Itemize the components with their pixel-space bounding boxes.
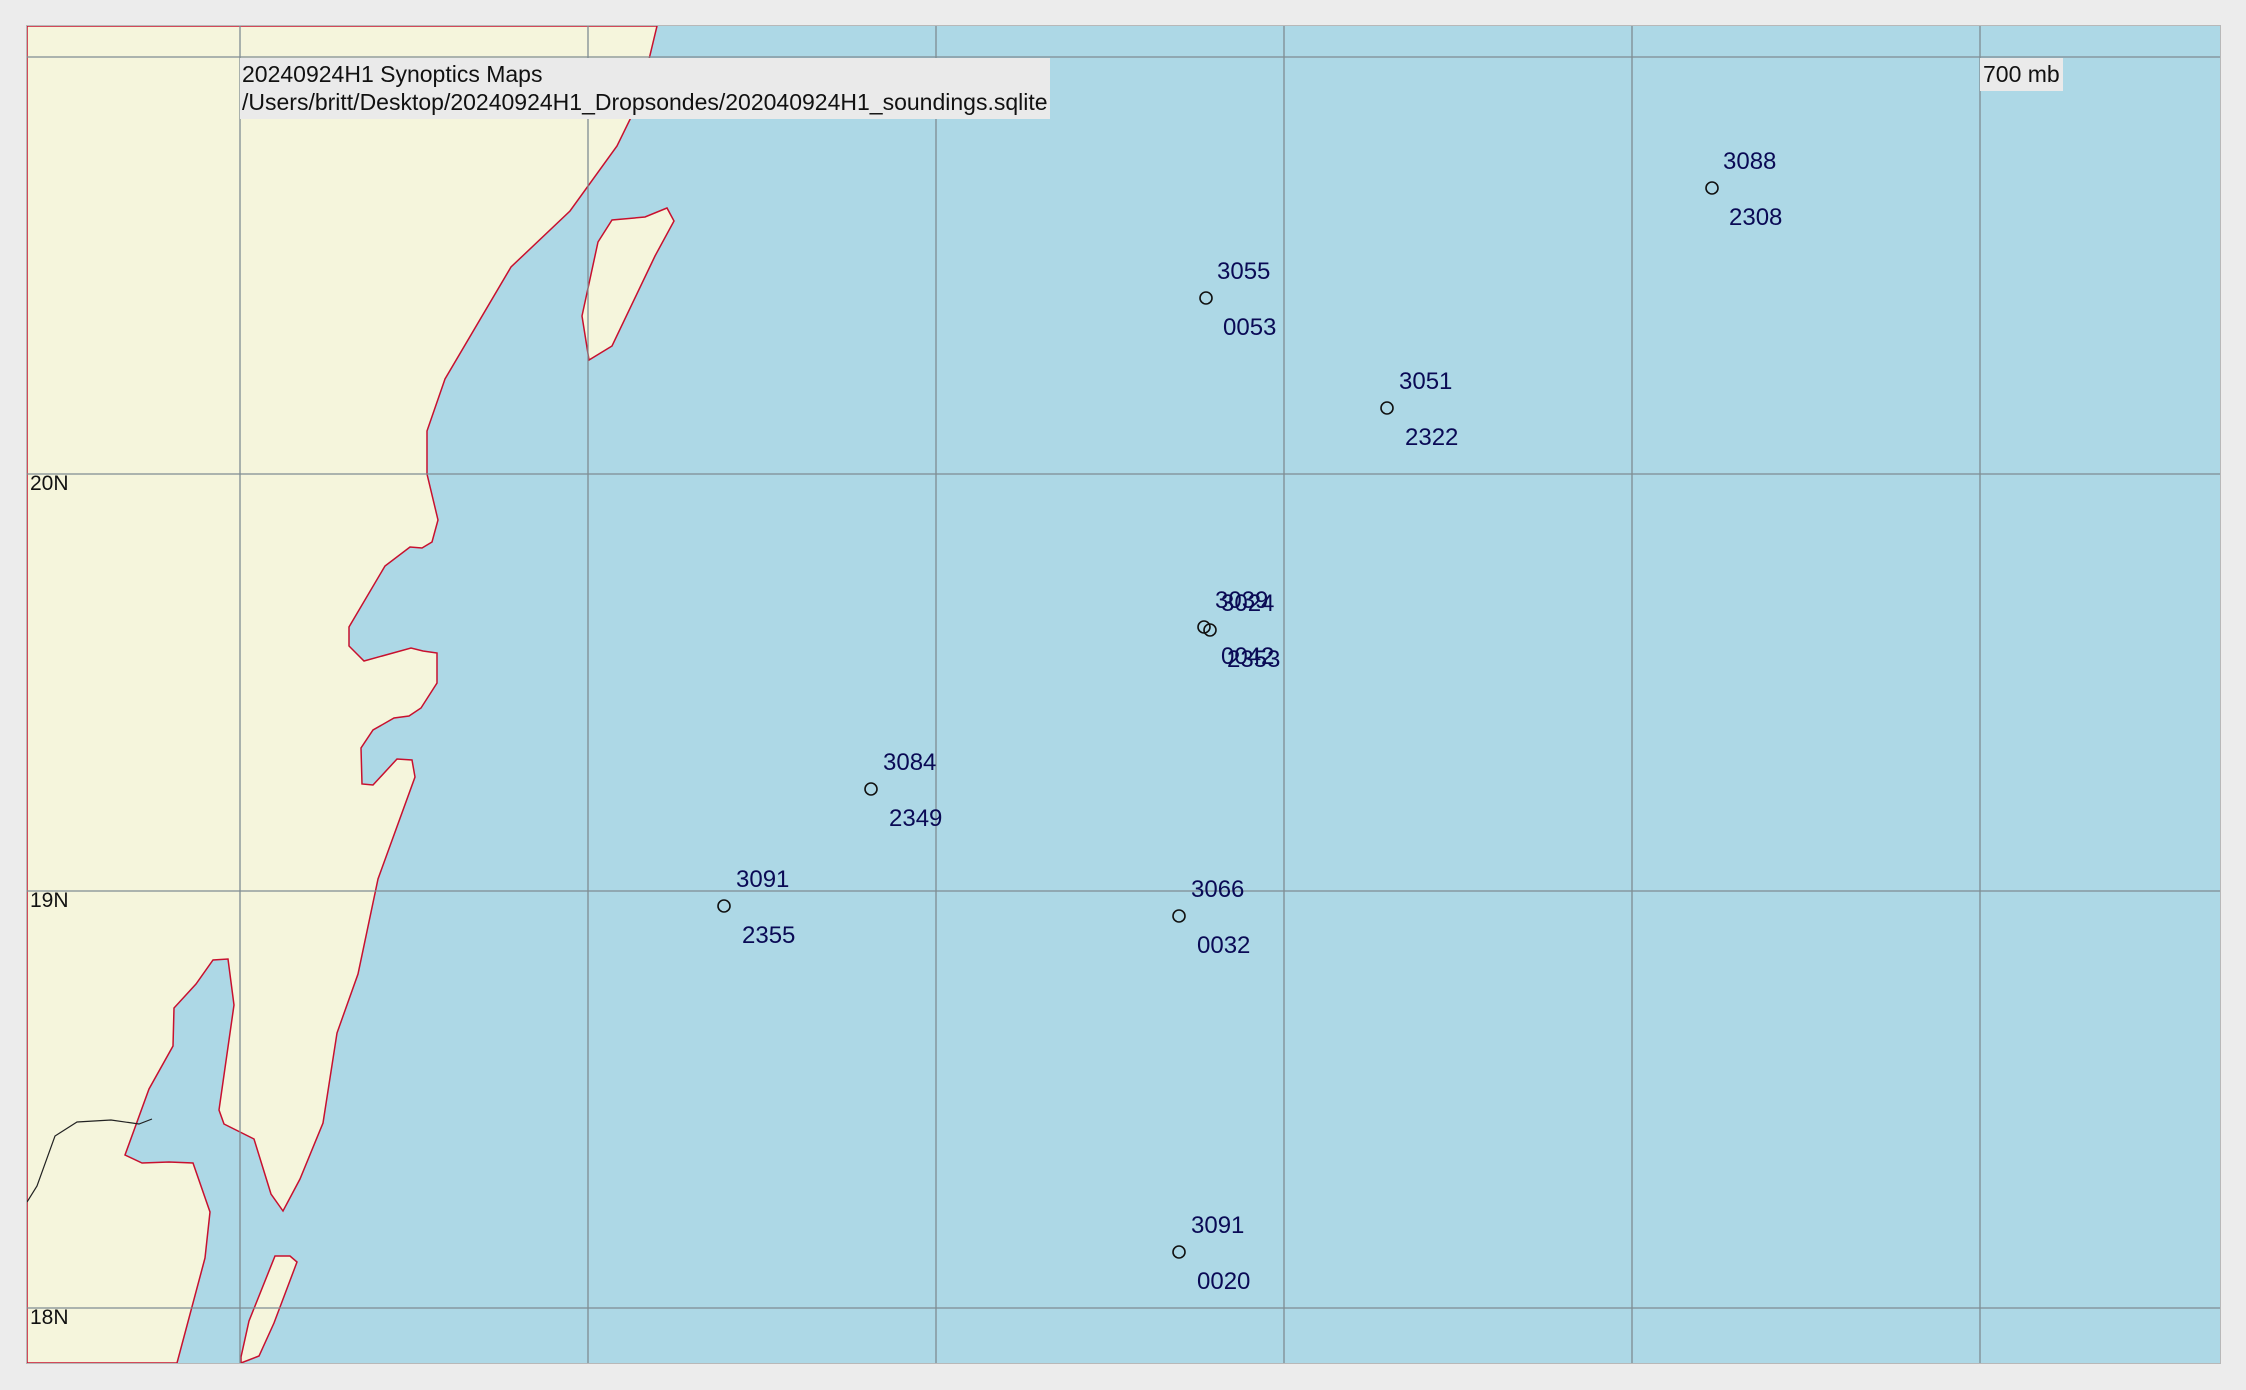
map-title-box: 20240924H1 Synoptics Maps /Users/britt/D… [240, 58, 1050, 119]
station-3088-time: 2308 [1729, 204, 1783, 231]
station-3091-a-time: 2355 [742, 922, 796, 949]
lat-label-20n: 20N [30, 472, 69, 495]
station-3084-value: 3084 [883, 749, 937, 776]
station-3051-time: 2322 [1405, 424, 1459, 451]
station-3091-a-value: 3091 [736, 866, 790, 893]
station-3084-time: 2349 [889, 805, 943, 832]
station-3066-value: 3066 [1191, 876, 1245, 903]
station-3024-time: 2353 [1227, 646, 1281, 673]
pressure-level-label: 700 mb [1980, 58, 2063, 91]
station-3088-value: 3088 [1723, 148, 1777, 175]
station-3055-time: 0053 [1223, 314, 1277, 341]
database-path: /Users/britt/Desktop/20240924H1_Dropsond… [242, 89, 1048, 115]
lat-label-19n: 19N [30, 889, 69, 912]
station-3051-value: 3051 [1399, 368, 1453, 395]
lat-label-18n: 18N [30, 1306, 69, 1329]
station-3055-value: 3055 [1217, 258, 1271, 285]
station-3066-time: 0032 [1197, 932, 1251, 959]
station-3091-b-time: 0020 [1197, 1268, 1251, 1295]
map-canvas[interactable]: 20240924H1 Synoptics Maps /Users/britt/D… [26, 25, 2221, 1364]
map-title: 20240924H1 Synoptics Maps [242, 61, 543, 87]
station-3091-b-value: 3091 [1191, 1212, 1245, 1239]
station-3024-value: 3024 [1221, 590, 1275, 617]
